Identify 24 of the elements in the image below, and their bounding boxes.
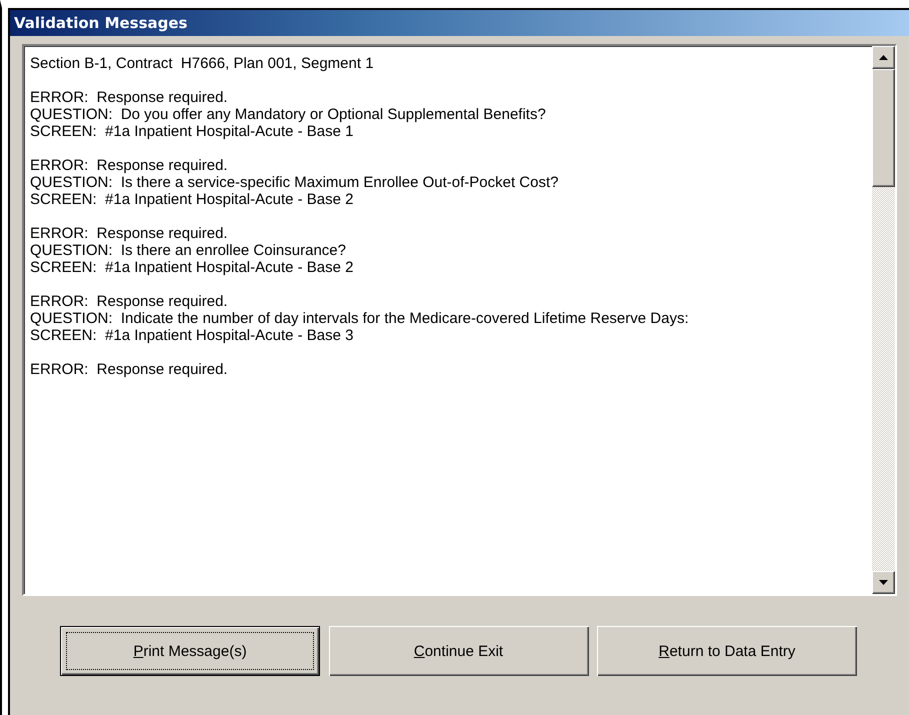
error-text: ERROR: Response required. (30, 89, 229, 106)
window-title: Validation Messages (10, 10, 909, 36)
error-text: ERROR: Response required. (30, 361, 229, 378)
question-text: QUESTION: Indicate the number of day intervals for the Medicare-covered Lifetime Reserve Days: (30, 310, 690, 327)
error-text: ERROR: Response required. (30, 293, 229, 310)
error-text: ERROR: Response required. (30, 157, 229, 174)
dialog-button[interactable]: Continue Exit (328, 626, 588, 676)
screen-text: SCREEN: #1a Inpatient Hospital-Acute - Base 2 (30, 191, 354, 208)
dialog-button[interactable]: Return to Data Entry (597, 626, 857, 676)
question-text: QUESTION: Is there a service-specific Maximum Enrollee Out-of-Pocket Cost? (30, 174, 560, 191)
dialog-button[interactable]: Print Message(s) (60, 626, 320, 676)
screen-text: SCREEN: #1a Inpatient Hospital-Acute - Base 3 (30, 327, 354, 344)
question-text: QUESTION: Do you offer any Mandatory or Optional Supplemental Benefits? (30, 106, 547, 123)
section-header-text: Section B-1, Contract H7666, Plan 001, Segment 1 (30, 55, 375, 72)
question-text: QUESTION: Is there an enrollee Coinsurance? (30, 242, 347, 259)
screen-text: SCREEN: #1a Inpatient Hospital-Acute - Base 2 (30, 259, 354, 276)
down-arrow-icon (879, 580, 888, 585)
up-arrow-icon (879, 55, 888, 60)
scroll-up-button[interactable] (872, 46, 895, 69)
error-text: ERROR: Response required. (30, 225, 229, 242)
scrollbar-thumb[interactable] (872, 69, 895, 187)
messages-text-area[interactable] (22, 44, 897, 596)
scroll-down-button[interactable] (872, 571, 895, 594)
screen-text: SCREEN: #1a Inpatient Hospital-Acute - Base 1 (30, 123, 354, 140)
